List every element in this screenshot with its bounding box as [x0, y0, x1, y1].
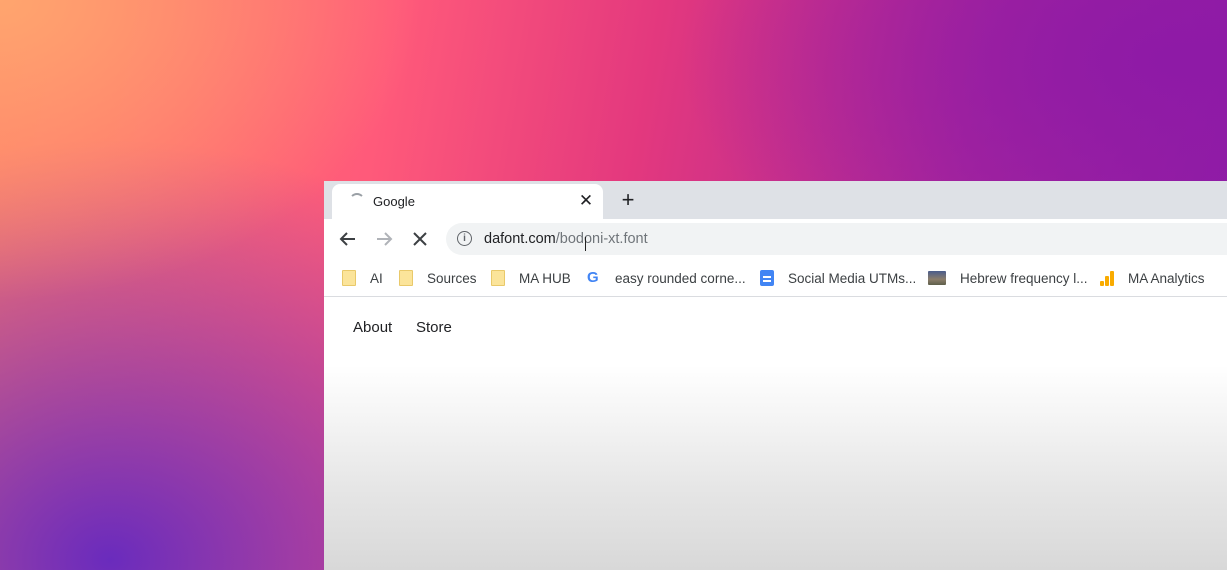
loading-spinner-icon [349, 193, 365, 209]
url-host: dafont.com [484, 231, 556, 247]
store-link[interactable]: Store [416, 319, 452, 336]
bookmark-label: MA Analytics [1128, 270, 1205, 286]
bookmark-label: MA HUB [519, 270, 571, 286]
stop-loading-button[interactable] [408, 227, 432, 251]
url-path: /bodoni-xt.font [555, 231, 648, 247]
google-icon: G [587, 269, 599, 286]
tab-title: Google [373, 194, 415, 209]
about-link[interactable]: About [353, 319, 392, 336]
folder-icon [399, 270, 413, 286]
arrow-right-icon [377, 232, 393, 246]
image-icon [928, 271, 946, 285]
bookmark-label: Hebrew frequency l... [960, 270, 1088, 286]
forward-button[interactable] [372, 227, 396, 251]
browser-window: Google ✕ + i dafont.com/bodoni-xt.font A… [324, 181, 1227, 570]
toolbar: i dafont.com/bodoni-xt.font [324, 219, 1227, 259]
text-cursor [585, 237, 586, 251]
bookmark-hebrew-frequency[interactable]: Hebrew frequency l... [928, 268, 1088, 288]
page-content: About Store [324, 297, 1227, 570]
folder-icon [491, 270, 505, 286]
tab-google[interactable]: Google ✕ [332, 184, 603, 219]
tab-strip: Google ✕ + [324, 181, 1227, 219]
close-icon[interactable]: ✕ [577, 192, 595, 210]
bookmark-ma-hub[interactable]: MA HUB [491, 268, 571, 288]
new-tab-button[interactable]: + [616, 189, 640, 213]
address-bar[interactable]: i dafont.com/bodoni-xt.font [446, 223, 1227, 255]
bookmark-ai[interactable]: AI [342, 268, 383, 288]
bookmark-label: AI [370, 270, 383, 286]
bookmarks-bar: AI Sources MA HUB G easy rounded corne..… [324, 259, 1227, 297]
bookmark-sources[interactable]: Sources [399, 268, 477, 288]
bookmark-label: easy rounded corne... [615, 270, 746, 286]
folder-icon [342, 270, 356, 286]
back-button[interactable] [336, 227, 360, 251]
bookmark-easy-rounded-corners[interactable]: G easy rounded corne... [587, 268, 746, 288]
google-docs-icon [760, 270, 774, 286]
stop-loading-icon [413, 232, 427, 246]
analytics-icon [1100, 270, 1115, 286]
bookmark-label: Social Media UTMs... [788, 270, 917, 286]
bookmark-ma-analytics[interactable]: MA Analytics [1100, 268, 1205, 288]
url-text[interactable]: dafont.com/bodoni-xt.font [484, 231, 648, 247]
bookmark-social-media-utms[interactable]: Social Media UTMs... [760, 268, 916, 288]
arrow-left-icon [339, 232, 355, 246]
info-icon[interactable]: i [457, 231, 472, 246]
bookmark-label: Sources [427, 270, 477, 286]
plus-icon: + [621, 187, 635, 212]
